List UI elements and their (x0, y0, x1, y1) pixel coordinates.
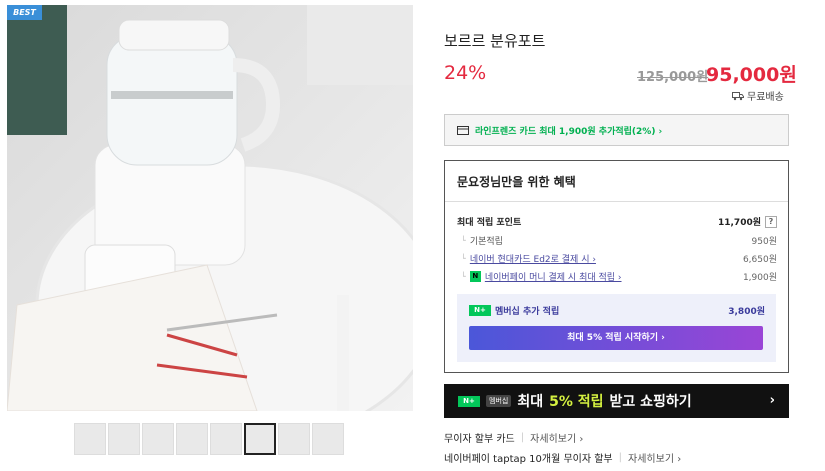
card-promo-link[interactable]: 라인프렌즈 카드 최대 1,900원 추가적립(2%) › (444, 114, 789, 146)
thumbnail-selected[interactable] (244, 423, 276, 455)
tree-branch-icon: └ (461, 254, 466, 263)
membership-value: 3,800원 (728, 307, 765, 317)
points-row-value: 950원 (751, 237, 777, 247)
best-badge: BEST (7, 5, 42, 20)
discount-rate: 24% (444, 62, 487, 84)
naver-plus-icon: N+ (458, 395, 480, 407)
separator: | (520, 432, 525, 443)
original-price: 125,000원 (637, 70, 709, 85)
thumbnail[interactable] (108, 423, 140, 455)
thumbnail[interactable] (278, 423, 310, 455)
installment-label: 네이버페이 taptap 10개월 무이자 할부 (444, 454, 613, 465)
points-row-link[interactable]: 네이버 현대카드 Ed2로 결제 시 › (470, 252, 596, 265)
thumbnail[interactable] (74, 423, 106, 455)
banner-text-before: 최대 (517, 394, 544, 410)
thumbnail-strip (74, 423, 344, 455)
chevron-right-icon: › (769, 393, 775, 408)
points-row-link[interactable]: 네이버페이 머니 결제 시 최대 적립 › (485, 270, 622, 283)
card-promo-text: 라인프렌즈 카드 최대 1,900원 추가적립(2%) › (475, 126, 663, 137)
max-points-value: 11,700원 (717, 218, 761, 228)
points-row-label: 기본적립 (469, 237, 503, 247)
details-link[interactable]: 자세히보기 › (530, 430, 583, 445)
sale-price: 95,000원 (706, 64, 797, 86)
points-row-value: 1,900원 (742, 273, 777, 283)
credit-card-icon (457, 125, 469, 135)
membership-row: N+ 멤버십 추가 적립 3,800원 (469, 304, 765, 317)
naver-plus-icon: N+ (469, 305, 491, 316)
points-row-value: 6,650원 (742, 255, 777, 265)
max-points-row: 최대 적립 포인트 11,700원 ? (457, 215, 777, 228)
membership-box: N+ 멤버십 추가 적립 3,800원 최대 5% 적립 시작하기 › (457, 294, 776, 362)
membership-label: 멤버십 추가 적립 (495, 307, 560, 317)
points-row-npay[interactable]: └ N 네이버페이 머니 결제 시 최대 적립 › 1,900원 (457, 270, 777, 283)
thumbnail[interactable] (176, 423, 208, 455)
main-product-image[interactable] (7, 5, 413, 411)
thumbnail[interactable] (210, 423, 242, 455)
banner-highlight: 5% 적립 (549, 394, 604, 410)
help-icon[interactable]: ? (765, 215, 777, 228)
tree-branch-icon: └ (461, 236, 466, 245)
divider (445, 201, 788, 202)
tree-branch-icon: └ (461, 272, 466, 281)
truck-icon (732, 91, 744, 100)
details-link[interactable]: 자세히보기 › (628, 450, 681, 465)
max-points-label: 최대 적립 포인트 (457, 218, 522, 228)
product-title: 보르르 분유포트 (444, 32, 546, 50)
thumbnail[interactable] (312, 423, 344, 455)
points-row-card[interactable]: └ 네이버 현대카드 Ed2로 결제 시 › 6,650원 (457, 252, 777, 265)
separator: | (618, 452, 623, 463)
installment-label: 무이자 할부 카드 (444, 434, 515, 445)
shipping-label: 무료배송 (747, 92, 784, 103)
start-membership-button[interactable]: 최대 5% 적립 시작하기 › (469, 326, 763, 350)
installment-row: 네이버페이 taptap 10개월 무이자 할부 | 자세히보기 › (444, 450, 681, 465)
product-page: BEST 보르르 분유포트 24% 125,000원 95,000원 무료배송 … (0, 0, 825, 471)
points-row-basic: └ 기본적립 950원 (457, 234, 777, 247)
benefit-panel: 문요정님만을 위한 혜택 최대 적립 포인트 11,700원 ? └ 기본적립 9… (444, 160, 789, 373)
thumbnail[interactable] (142, 423, 174, 455)
shipping-info: 무료배송 (732, 88, 784, 103)
installment-row: 무이자 할부 카드 | 자세히보기 › (444, 430, 583, 445)
npay-icon: N (469, 271, 481, 282)
membership-badge: 멤버십 (486, 395, 512, 407)
membership-banner[interactable]: N+ 멤버십 최대 5% 적립 받고 쇼핑하기 › (444, 384, 789, 418)
benefit-title: 문요정님만을 위한 혜택 (457, 175, 576, 189)
banner-text-after: 받고 쇼핑하기 (609, 394, 692, 410)
